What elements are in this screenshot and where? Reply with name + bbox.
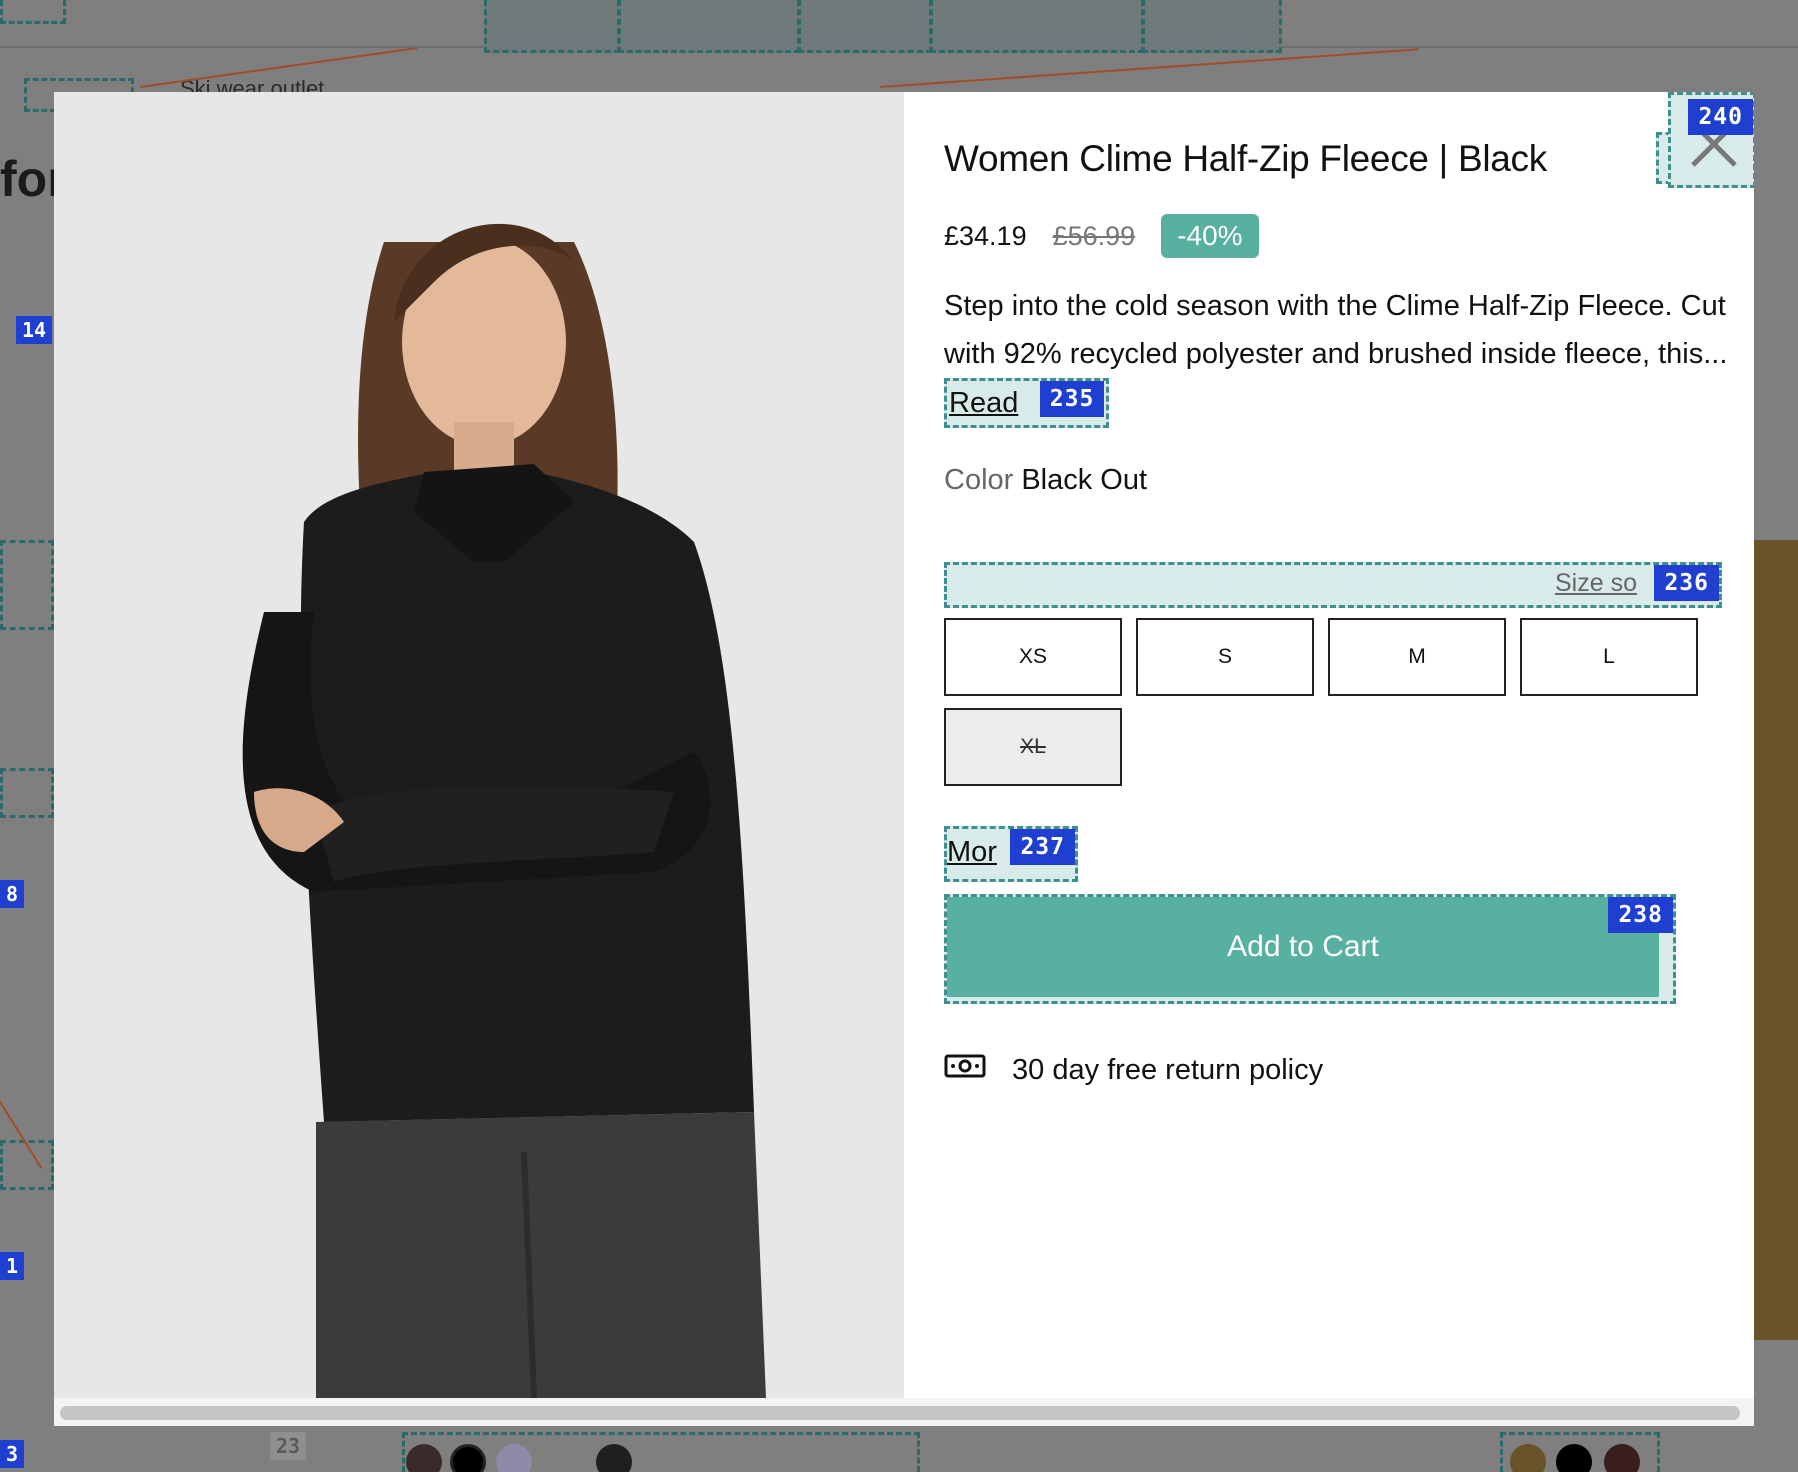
color-value: Black Out	[1021, 464, 1148, 496]
bg-badge: 3	[0, 1440, 25, 1468]
element-tag: 236	[1654, 565, 1719, 601]
bg-nav-item	[798, 0, 932, 53]
bg-color-swatch	[596, 1444, 632, 1472]
read-more-label: Read	[949, 387, 1019, 419]
color-label: Color	[944, 464, 1014, 496]
bg-filter-box	[0, 540, 54, 630]
size-guide-label: Size so	[1555, 569, 1637, 597]
more-info-link[interactable]: Mor 237	[944, 826, 1078, 882]
product-description: Step into the cold season with the Clime…	[944, 282, 1734, 428]
size-button-xl[interactable]: XL	[944, 708, 1122, 786]
close-button[interactable]: 240	[1668, 92, 1754, 188]
current-price: £34.19	[944, 220, 1027, 251]
bg-color-swatch	[1510, 1444, 1546, 1472]
color-selection: Color Black Out	[944, 464, 1147, 497]
size-button-s[interactable]: S	[1136, 618, 1314, 696]
bg-badge: 14	[16, 316, 53, 344]
bg-color-swatch	[1604, 1444, 1640, 1472]
add-to-cart-button[interactable]: Add to Cart 238	[944, 894, 1676, 1004]
element-tag: 237	[1010, 829, 1075, 865]
bg-annotation-line	[880, 48, 1419, 88]
read-more-link[interactable]: Read 235	[944, 378, 1110, 428]
price-row: £34.19 £56.99 -40%	[944, 212, 1259, 260]
product-image	[54, 92, 904, 1398]
bg-filter-box	[0, 768, 54, 818]
return-policy-text: 30 day free return policy	[1012, 1053, 1324, 1086]
element-tag: 240	[1688, 99, 1753, 135]
size-button-xs[interactable]: XS	[944, 618, 1122, 696]
bg-nav-item	[618, 0, 800, 53]
element-tag: 235	[1039, 381, 1105, 417]
bg-color-swatch	[496, 1444, 532, 1472]
bg-product-image	[1754, 540, 1798, 1340]
bg-nav-item	[930, 0, 1144, 53]
bg-logo	[0, 0, 66, 24]
original-price: £56.99	[1052, 220, 1136, 251]
banknote-icon	[944, 1052, 986, 1088]
discount-badge: -40%	[1161, 214, 1259, 258]
bg-nav-item	[484, 0, 620, 53]
bg-color-swatch	[406, 1444, 442, 1472]
bg-badge: 1	[0, 1252, 25, 1280]
product-photo	[54, 92, 904, 1398]
size-button-m[interactable]: M	[1328, 618, 1506, 696]
bg-color-swatch	[1556, 1444, 1592, 1472]
return-policy: 30 day free return policy	[944, 1052, 1323, 1088]
bg-badge: 23	[270, 1432, 307, 1460]
size-button-l[interactable]: L	[1520, 618, 1698, 696]
bg-nav-item	[1142, 0, 1282, 53]
add-to-cart-label: Add to Cart	[947, 897, 1659, 997]
more-info-label: Mor	[947, 836, 997, 868]
scrollbar-thumb[interactable]	[60, 1406, 1740, 1420]
quick-view-modal: Women Clime Half-Zip Fleece | Black £34.…	[54, 92, 1754, 1426]
element-tag: 238	[1608, 897, 1673, 933]
description-text: Step into the cold season with the Clime…	[944, 290, 1728, 370]
horizontal-scrollbar[interactable]	[54, 1398, 1754, 1426]
size-guide-link[interactable]: Size so 236	[944, 562, 1722, 608]
product-title: Women Clime Half-Zip Fleece | Black	[944, 138, 1547, 179]
bg-color-swatch	[450, 1444, 486, 1472]
bg-badge: 8	[0, 880, 25, 908]
